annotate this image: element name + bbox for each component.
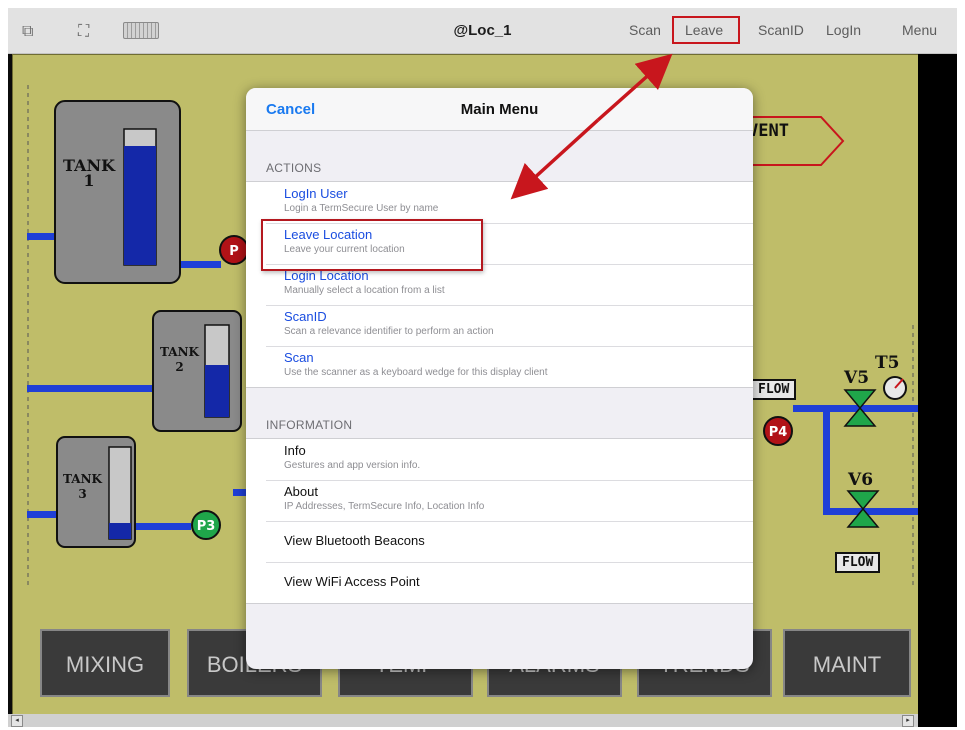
menu-item-scan[interactable]: Scan Use the scanner as a keyboard wedge… bbox=[246, 346, 753, 387]
information-group: Info Gestures and app version info. Abou… bbox=[246, 438, 753, 604]
menu-item-subtitle: Login a TermSecure User by name bbox=[284, 203, 439, 214]
device-screen: ⧉ ⛶ @Loc_1 Scan Leave ScanID LogIn Menu bbox=[8, 8, 957, 727]
valve-v5-label: V5 bbox=[844, 368, 870, 388]
menu-button[interactable]: Menu bbox=[902, 22, 937, 38]
menu-item-subtitle: Scan a relevance identifier to perform a… bbox=[284, 326, 494, 337]
tank-1-label: TANK 1 bbox=[63, 156, 115, 190]
pump-p4-indicator[interactable]: P4 bbox=[763, 416, 793, 446]
menu-item-about[interactable]: About IP Addresses, TermSecure Info, Loc… bbox=[246, 480, 753, 521]
menu-item-subtitle: Manually select a location from a list bbox=[284, 285, 445, 296]
menu-item-subtitle: Gestures and app version info. bbox=[284, 460, 421, 471]
menu-item-title: View Bluetooth Beacons bbox=[284, 533, 425, 548]
scroll-right-icon[interactable]: ▸ bbox=[902, 715, 914, 727]
location-title: @Loc_1 bbox=[453, 22, 512, 39]
menu-item-bluetooth-beacons[interactable]: View Bluetooth Beacons bbox=[246, 521, 753, 562]
menu-item-title: View WiFi Access Point bbox=[284, 574, 420, 589]
top-toolbar: ⧉ ⛶ @Loc_1 Scan Leave ScanID LogIn Menu bbox=[8, 8, 957, 54]
menu-item-title: Info bbox=[284, 443, 306, 458]
menu-item-subtitle: IP Addresses, TermSecure Info, Location … bbox=[284, 501, 485, 512]
nav-maint-button[interactable]: MAINT bbox=[783, 629, 911, 697]
scroll-left-icon[interactable]: ◂ bbox=[11, 715, 23, 727]
vent-label: VENT bbox=[748, 121, 789, 141]
modal-header: Cancel Main Menu bbox=[246, 88, 753, 131]
menu-item-title: LogIn User bbox=[284, 186, 348, 201]
scan-button[interactable]: Scan bbox=[629, 22, 661, 38]
menu-item-title: About bbox=[284, 484, 318, 499]
pump-p3-indicator[interactable]: P3 bbox=[191, 510, 221, 540]
nav-mixing-button[interactable]: MIXING bbox=[40, 629, 170, 697]
menu-item-scanid[interactable]: ScanID Scan a relevance identifier to pe… bbox=[246, 305, 753, 346]
scanid-button[interactable]: ScanID bbox=[758, 22, 804, 38]
right-black-margin bbox=[918, 54, 957, 727]
information-section-header: INFORMATION bbox=[266, 418, 353, 432]
main-menu-modal: Cancel Main Menu ACTIONS LogIn User Logi… bbox=[246, 88, 753, 669]
login-button[interactable]: LogIn bbox=[826, 22, 861, 38]
gauge-t5-label: T5 bbox=[875, 353, 900, 373]
actions-group: LogIn User Login a TermSecure User by na… bbox=[246, 181, 753, 388]
tank-3-label: TANK 3 bbox=[63, 472, 102, 501]
menu-item-login-user[interactable]: LogIn User Login a TermSecure User by na… bbox=[246, 182, 753, 223]
menu-item-title: ScanID bbox=[284, 309, 327, 324]
menu-item-subtitle: Use the scanner as a keyboard wedge for … bbox=[284, 367, 548, 378]
flow-label-1: FLOW bbox=[751, 379, 797, 400]
modal-title: Main Menu bbox=[460, 101, 539, 118]
menu-item-wifi-access-point[interactable]: View WiFi Access Point bbox=[246, 562, 753, 603]
pump-p-indicator[interactable]: P bbox=[219, 235, 249, 265]
tank-2-label: TANK 2 bbox=[160, 345, 199, 374]
leave-location-highlight-box bbox=[261, 219, 483, 271]
actions-section-header: ACTIONS bbox=[266, 161, 322, 175]
leave-highlight-box bbox=[672, 16, 740, 44]
flow-label-2: FLOW bbox=[835, 552, 881, 573]
valve-v6-label: V6 bbox=[848, 470, 874, 490]
horizontal-scrollbar[interactable]: ◂ ▸ bbox=[8, 714, 918, 727]
menu-item-title: Scan bbox=[284, 350, 314, 365]
menu-item-info[interactable]: Info Gestures and app version info. bbox=[246, 439, 753, 480]
